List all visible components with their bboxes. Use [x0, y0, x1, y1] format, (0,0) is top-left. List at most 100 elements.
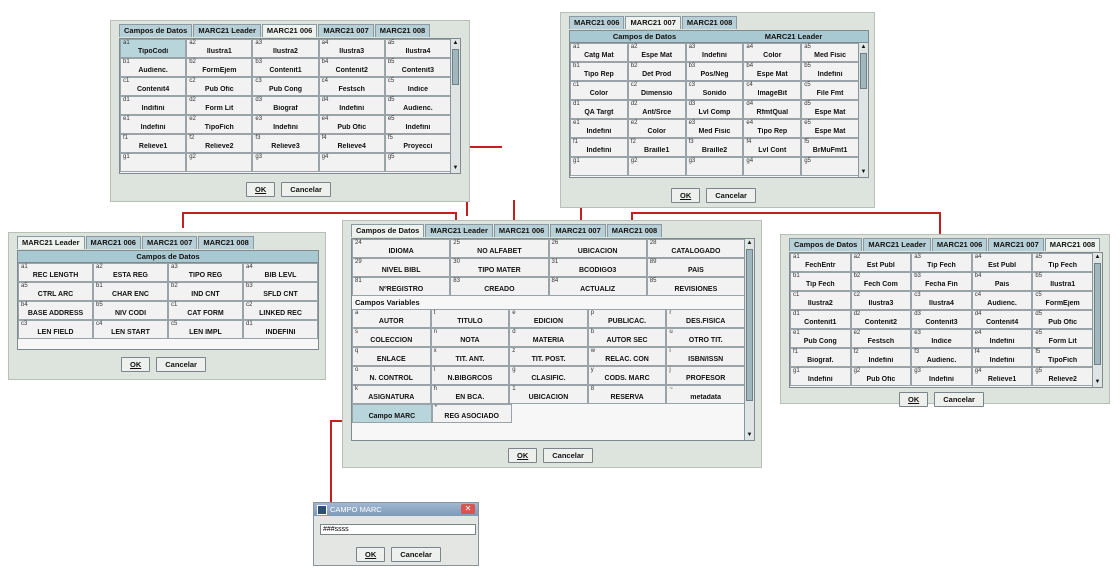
field-button[interactable]: p PUBLICAC. — [587, 309, 667, 328]
field-button[interactable]: b4 BASE ADDRESS — [18, 301, 93, 320]
field-button[interactable]: f4 Indefini — [971, 348, 1033, 367]
field-button[interactable]: g2 — [627, 157, 686, 176]
field-button[interactable]: b4 Pais — [971, 272, 1033, 291]
field-button[interactable]: d3 Lvl Comp — [685, 100, 744, 119]
field-button[interactable]: g5 — [384, 153, 452, 172]
field-button[interactable]: e4 Pub Ofic — [318, 115, 385, 134]
field-button[interactable]: g2 Pub Ofic — [850, 367, 912, 386]
field-button[interactable]: f5 Proyecci — [384, 134, 452, 153]
field-button[interactable]: g1 — [570, 157, 628, 176]
field-button[interactable]: f5 TipoFich — [1032, 348, 1093, 367]
field-button[interactable]: e1 Indefini — [570, 119, 628, 138]
field-button[interactable]: a AUTOR — [352, 309, 431, 328]
field-button[interactable]: d2 Ant/Srce — [627, 100, 686, 119]
field-button[interactable]: f5 BrMuFmt1 — [801, 138, 859, 157]
field-button[interactable]: s COLECCION — [352, 328, 431, 347]
field-button[interactable]: d1 Contenit1 — [790, 310, 851, 329]
field-button[interactable]: b3 Contenit1 — [252, 58, 319, 77]
field-button[interactable]: a1 REC LENGTH — [18, 263, 93, 282]
field-button[interactable]: a5 CTRL ARC — [18, 282, 93, 301]
field-button[interactable]: b1 Audienc. — [120, 58, 187, 77]
field-button[interactable]: e2 Color — [627, 119, 686, 138]
field-button[interactable]: b1 Tipo Rep — [570, 62, 628, 81]
field-button[interactable]: a1 TipoCodi — [120, 39, 187, 58]
field-button[interactable]: e3 Indice — [911, 329, 972, 348]
cancel-button[interactable]: Cancelar — [543, 448, 593, 463]
field-button[interactable]: a1 FechEntr — [790, 253, 851, 272]
field-button[interactable]: 83 CREADO — [450, 277, 549, 296]
field-button[interactable]: b5 Ilustra1 — [1032, 272, 1093, 291]
field-button[interactable]: i ISBN/ISSN — [666, 347, 745, 366]
tab-campos-de-datos[interactable]: Campos de Datos — [351, 224, 425, 237]
field-button[interactable]: 28 CATALOGADO — [646, 239, 745, 258]
field-button[interactable]: 24 IDIOMA — [352, 239, 451, 258]
field-button[interactable]: c5 File Fmt — [801, 81, 859, 100]
tab-marc21-008[interactable]: MARC21 008 — [606, 224, 663, 237]
field-button[interactable]: b AUTOR SEC — [587, 328, 667, 347]
field-button[interactable]: d3 Contenit3 — [911, 310, 972, 329]
field-button[interactable]: c3 Ilustra4 — [911, 291, 972, 310]
tab-campos-de-datos[interactable]: Campos de Datos — [119, 24, 193, 37]
field-button[interactable]: c5 FormEjem — [1032, 291, 1093, 310]
field-button[interactable]: d5 Pub Ofic — [1032, 310, 1093, 329]
field-button[interactable]: g3 — [252, 153, 319, 172]
field-button[interactable]: d3 Biograf — [252, 96, 319, 115]
field-button[interactable]: b1 Tip Fech — [790, 272, 851, 291]
tab-marc21-008[interactable]: MARC21 008 — [374, 24, 431, 37]
field-button[interactable]: n NOTA — [430, 328, 510, 347]
tab-marc21-007[interactable]: MARC21 007 — [318, 24, 374, 37]
field-button[interactable]: g4 — [318, 153, 385, 172]
field-button[interactable]: 84 ACTUALIZ — [548, 277, 647, 296]
field-button[interactable]: z TIT. POST. — [509, 347, 588, 366]
field-button[interactable]: f3 Braille2 — [685, 138, 744, 157]
field-button[interactable]: d4 Indefini — [318, 96, 385, 115]
field-button[interactable]: f1 Relieve1 — [120, 134, 187, 153]
field-button[interactable]: 31 BCODIGO3 — [548, 258, 647, 277]
field-button[interactable]: c4 Audienc. — [971, 291, 1033, 310]
field-button[interactable]: w RELAC. CON — [587, 347, 667, 366]
tab-marc21-007[interactable]: MARC21 007 — [988, 238, 1044, 251]
field-button[interactable]: a3 Ilustra2 — [252, 39, 319, 58]
field-button[interactable]: b4 Contenit2 — [318, 58, 385, 77]
field-button[interactable]: g4 — [743, 157, 802, 176]
field-button[interactable]: d1 INDEFINI — [243, 320, 318, 339]
field-button[interactable]: g1 — [120, 153, 187, 172]
ok-button[interactable]: OK — [121, 357, 151, 372]
cancel-button[interactable]: Cancelar — [391, 547, 441, 562]
field-button[interactable]: x TIT. ANT. — [430, 347, 510, 366]
field-button[interactable]: 8 RESERVA — [587, 385, 667, 404]
field-button[interactable]: a4 Ilustra3 — [318, 39, 385, 58]
field-button[interactable]: k ASIGNATURA — [352, 385, 431, 404]
field-button[interactable]: a1 Catg Mat — [570, 43, 628, 62]
field-button[interactable]: a3 Tip Fech — [911, 253, 972, 272]
field-button[interactable]: d MATERIA — [509, 328, 588, 347]
field-button[interactable]: j PROFESOR — [666, 366, 745, 385]
field-button[interactable]: c5 Indice — [384, 77, 452, 96]
field-button[interactable]: a5 Tip Fech — [1032, 253, 1093, 272]
field-button[interactable]: c3 Pub Cong — [252, 77, 319, 96]
field-button[interactable]: b3 Pos/Neg — [685, 62, 744, 81]
field-button[interactable]: a5 Ilustra4 — [384, 39, 452, 58]
field-button[interactable]: a5 Med Fisic — [801, 43, 859, 62]
field-button[interactable]: e1 Indefini — [120, 115, 187, 134]
scroll-thumb[interactable] — [860, 53, 867, 89]
field-button[interactable]: 85 REVISIONES — [646, 277, 745, 296]
cancel-button[interactable]: Cancelar — [156, 357, 206, 372]
field-button[interactable]: a2 ESTA REG — [93, 263, 168, 282]
field-button[interactable]: y CODS. MARC — [587, 366, 667, 385]
field-button[interactable]: c2 Dimensio — [627, 81, 686, 100]
field-button[interactable]: 25 NO ALFABET — [450, 239, 549, 258]
tab-marc21-leader[interactable]: MARC21 Leader — [193, 24, 261, 37]
scroll-up-icon[interactable]: ▲ — [745, 239, 754, 248]
field-button[interactable]: f2 Indefini — [850, 348, 912, 367]
field-button[interactable]: d1 QA Targt — [570, 100, 628, 119]
field-button[interactable]: e4 Tipo Rep — [743, 119, 802, 138]
ok-button[interactable]: OK — [671, 188, 701, 203]
field-button[interactable]: d4 Contenit4 — [971, 310, 1033, 329]
field-button[interactable]: a4 BIB LEVL — [243, 263, 318, 282]
tab-marc21-leader[interactable]: MARC21 Leader — [719, 31, 868, 42]
field-button[interactable]: f2 Braille1 — [627, 138, 686, 157]
field-button[interactable]: o N. CONTROL — [352, 366, 431, 385]
marc-field-input[interactable] — [320, 524, 476, 535]
field-button[interactable]: g4 Relieve1 — [971, 367, 1033, 386]
